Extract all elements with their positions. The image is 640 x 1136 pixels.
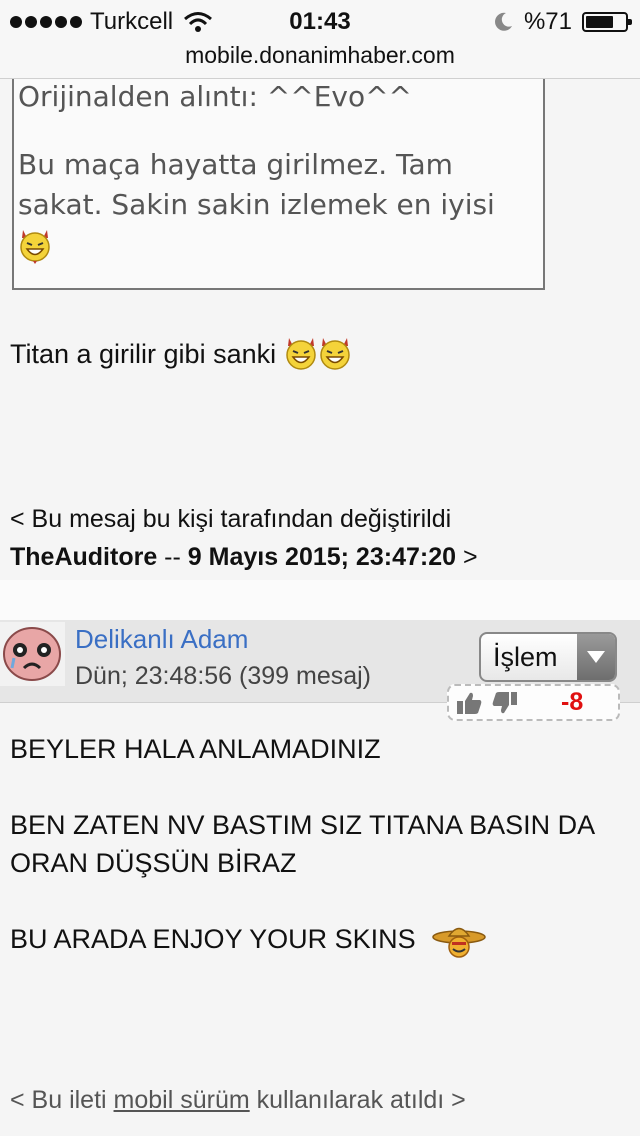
quote-header: Orijinalden alıntı: ^^Evo^^ bbox=[18, 80, 413, 113]
edit-note-prefix: < Bu mesaj bu kişi tarafından değiştiril… bbox=[10, 505, 452, 533]
sombrero-smiley-icon bbox=[432, 927, 486, 958]
thumbs-down-icon[interactable] bbox=[491, 690, 519, 716]
action-dropdown-label: İşlem bbox=[493, 642, 558, 672]
quote-box: Orijinalden alıntı: ^^Evo^^ Bu maça haya… bbox=[12, 79, 545, 290]
devil-smiley-icon bbox=[286, 338, 316, 370]
edit-note-detail: TheAuditore -- 9 Mayıs 2015; 23:47:20 > bbox=[10, 538, 478, 576]
devil-smiley-icon bbox=[320, 338, 350, 370]
edit-separator: -- bbox=[157, 543, 188, 571]
quote-body: Bu maça hayatta girilmez. Tam sakat. Sak… bbox=[18, 148, 495, 221]
chevron-down-icon bbox=[577, 634, 615, 680]
post-line-blank bbox=[10, 882, 630, 920]
address-bar-url[interactable]: mobile.donanimhaber.com bbox=[0, 42, 640, 69]
devil-smiley-icon bbox=[20, 230, 50, 264]
post-body: BEYLER HALA ANLAMADINIZ BEN ZATEN NV BAS… bbox=[10, 730, 630, 959]
vote-score: -8 bbox=[561, 688, 584, 716]
status-bar: Turkcell 01:43 %71 mobile.donanimhaber.c… bbox=[0, 0, 640, 79]
mobile-version-link[interactable]: mobil sürüm bbox=[114, 1086, 250, 1114]
post-line: BU ARADA ENJOY YOUR SKINS bbox=[10, 924, 416, 954]
battery-percent: %71 bbox=[523, 8, 572, 35]
footer-suffix: kullanılarak atıldı > bbox=[249, 1086, 466, 1114]
edit-user[interactable]: TheAuditore bbox=[10, 543, 157, 571]
action-dropdown[interactable]: İşlem bbox=[479, 632, 617, 682]
status-right: %71 bbox=[492, 8, 632, 36]
edit-note: < Bu mesaj bu kişi tarafından değiştiril… bbox=[10, 500, 478, 576]
post-text: Titan a girilir gibi sanki bbox=[10, 333, 352, 375]
edit-suffix: > bbox=[456, 543, 478, 571]
username-link[interactable]: Delikanlı Adam bbox=[75, 624, 248, 655]
post-datetime: Dün; 23:48:56 (399 mesaj) bbox=[75, 662, 372, 690]
post-text-content: Titan a girilir gibi sanki bbox=[10, 338, 277, 369]
vote-box: -8 bbox=[447, 684, 620, 721]
battery-icon bbox=[582, 12, 632, 32]
post-line-blank bbox=[10, 768, 630, 806]
mobile-footer-note: < Bu ileti mobil sürüm kullanılarak atıl… bbox=[10, 1086, 466, 1115]
do-not-disturb-moon-icon bbox=[495, 12, 512, 31]
post-line: BEN ZATEN NV BASTIM SIZ TITANA BASIN DA … bbox=[10, 810, 594, 878]
post-separator bbox=[0, 580, 640, 620]
post-line-with-smiley: BU ARADA ENJOY YOUR SKINS bbox=[10, 920, 630, 959]
thumbs-up-icon[interactable] bbox=[455, 690, 483, 716]
avatar[interactable] bbox=[0, 622, 65, 686]
edit-date: 9 Mayıs 2015; 23:47:20 bbox=[187, 543, 457, 571]
post-line: BEYLER HALA ANLAMADINIZ bbox=[10, 734, 381, 764]
footer-prefix: < Bu ileti bbox=[10, 1086, 114, 1114]
